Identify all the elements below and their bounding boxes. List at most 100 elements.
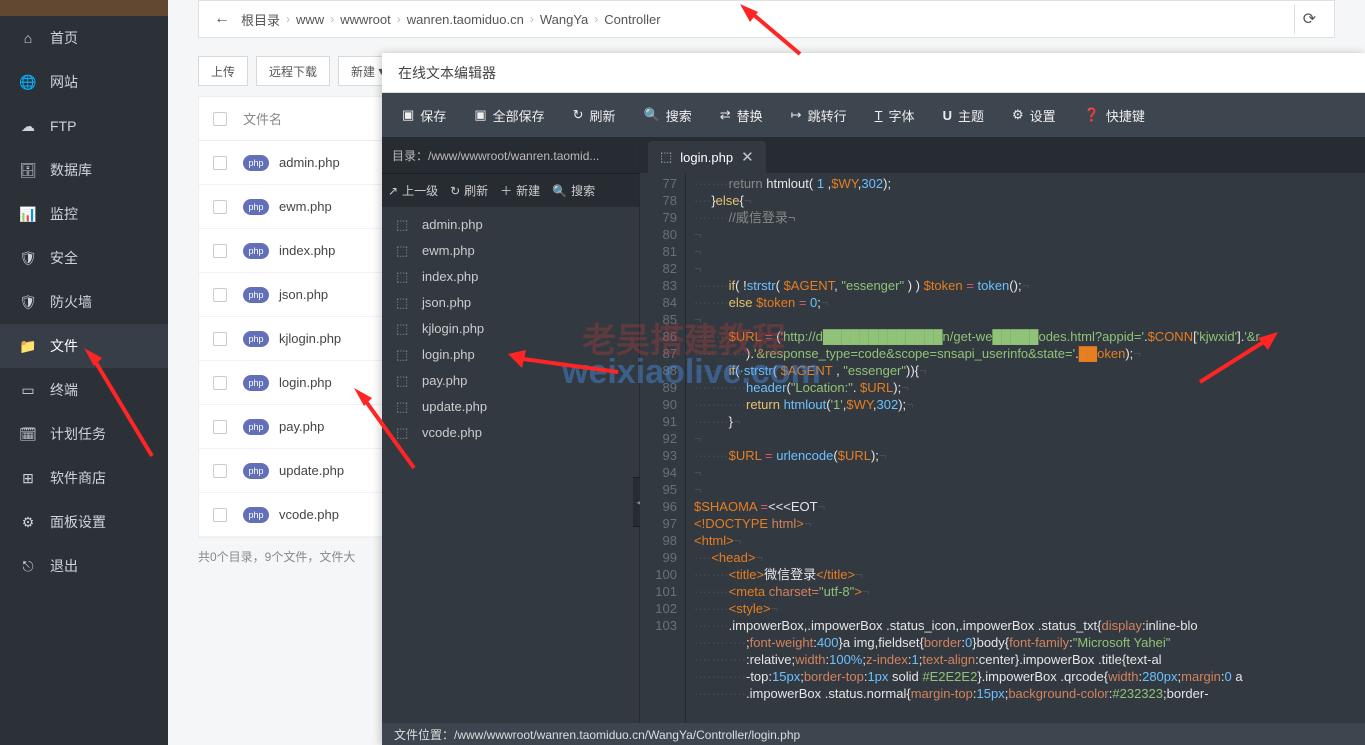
tree-file-item[interactable]: ⬚vcode.php bbox=[382, 419, 639, 445]
row-checkbox[interactable] bbox=[213, 200, 227, 214]
row-checkbox[interactable] bbox=[213, 332, 227, 346]
sidebar: ⌂首页🌐网站☁FTP🗄数据库📊监控🛡安全🛡防火墙 📁 文件 ▭ 终端 🗓计划任务 ⊞ 软件商店… bbox=[0, 0, 168, 745]
gear-icon: ⚙ bbox=[1012, 107, 1024, 123]
sidebar-item-terminal[interactable]: ▭ 终端 bbox=[0, 368, 168, 412]
php-file-icon: ⬚ bbox=[396, 373, 414, 387]
row-checkbox[interactable] bbox=[213, 508, 227, 522]
cron-icon: 🗓 bbox=[18, 424, 38, 444]
close-icon[interactable]: ✕ bbox=[741, 148, 754, 166]
breadcrumb-segment[interactable]: Controller bbox=[598, 12, 666, 27]
php-file-icon: php bbox=[243, 331, 269, 347]
php-file-icon: php bbox=[243, 463, 269, 479]
tree-search-button[interactable]: 🔍 搜索 bbox=[552, 182, 595, 199]
sidebar-item-label: 防火墙 bbox=[50, 292, 92, 312]
editor-font-button[interactable]: T字体 bbox=[861, 93, 929, 137]
file-name: index.php bbox=[279, 243, 335, 258]
row-checkbox[interactable] bbox=[213, 156, 227, 170]
editor-save-button[interactable]: ▣保存 bbox=[388, 93, 460, 137]
tree-list: ⬚admin.php⬚ewm.php⬚index.php⬚json.php⬚kj… bbox=[382, 207, 639, 723]
editor-tabs: ⬚ login.php ✕ bbox=[640, 137, 1365, 173]
php-file-icon: php bbox=[243, 507, 269, 523]
breadcrumb-segment[interactable]: wwwroot bbox=[334, 12, 397, 27]
editor-settings-button[interactable]: ⚙设置 bbox=[998, 93, 1070, 137]
code-content[interactable]: ········return htmlout( 1 ,$WY,302);····… bbox=[686, 173, 1365, 723]
tree-file-item[interactable]: ⬚pay.php bbox=[382, 367, 639, 393]
folder-icon: 📁 bbox=[18, 336, 38, 356]
sidebar-item-exit[interactable]: ⎋退出 bbox=[0, 544, 168, 588]
row-checkbox[interactable] bbox=[213, 288, 227, 302]
upload-button[interactable]: 上传 bbox=[198, 56, 248, 86]
save-all-icon: ▣ bbox=[474, 107, 486, 123]
row-checkbox[interactable] bbox=[213, 244, 227, 258]
sidebar-item-db[interactable]: 🗄数据库 bbox=[0, 148, 168, 192]
tree-toolbar: ↗ 上一级 ↻ 刷新 ＋ 新建 🔍 搜索 bbox=[382, 173, 639, 207]
sidebar-item-shield[interactable]: 🛡安全 bbox=[0, 236, 168, 280]
editor-shortcuts-button[interactable]: ❓快捷键 bbox=[1070, 93, 1159, 137]
sidebar-item-label: 文件 bbox=[50, 336, 78, 356]
php-file-icon: php bbox=[243, 375, 269, 391]
php-file-icon: ⬚ bbox=[396, 321, 414, 335]
code-area[interactable]: 7778798081828384858687888990919293949596… bbox=[640, 173, 1365, 723]
sidebar-item-label: 网站 bbox=[50, 72, 78, 92]
breadcrumb-back-button[interactable]: ← bbox=[209, 6, 235, 32]
breadcrumb-segment[interactable]: www bbox=[290, 12, 330, 27]
sidebar-item-label: 软件商店 bbox=[50, 468, 106, 488]
file-name: json.php bbox=[279, 287, 328, 302]
sidebar-item-ftp[interactable]: ☁FTP bbox=[0, 104, 168, 148]
editor-refresh-button[interactable]: ↻刷新 bbox=[559, 93, 630, 137]
file-name: ewm.php bbox=[279, 199, 332, 214]
php-file-icon: ⬚ bbox=[396, 425, 414, 439]
tree-file-item[interactable]: ⬚login.php bbox=[382, 341, 639, 367]
sidebar-item-globe[interactable]: 🌐网站 bbox=[0, 60, 168, 104]
sidebar-item-store[interactable]: ⊞ 软件商店 bbox=[0, 456, 168, 500]
editor-file-tree: 目录：/www/wwwroot/wanren.taomid... ↗ 上一级 ↻… bbox=[382, 137, 640, 723]
theme-icon: U bbox=[943, 108, 952, 123]
breadcrumb-refresh-button[interactable]: ⟳ bbox=[1294, 4, 1324, 34]
sidebar-item-monitor[interactable]: 📊监控 bbox=[0, 192, 168, 236]
php-file-icon: ⬚ bbox=[396, 217, 414, 231]
breadcrumb-segment[interactable]: WangYa bbox=[534, 12, 594, 27]
row-checkbox[interactable] bbox=[213, 420, 227, 434]
store-icon: ⊞ bbox=[18, 468, 38, 488]
breadcrumb-segment[interactable]: wanren.taomiduo.cn bbox=[401, 12, 530, 27]
php-file-icon: ⬚ bbox=[396, 295, 414, 309]
file-name: pay.php bbox=[279, 419, 324, 434]
remote-download-button[interactable]: 远程下载 bbox=[256, 56, 330, 86]
editor-search-button[interactable]: 🔍搜索 bbox=[630, 93, 706, 137]
sidebar-item-firewall[interactable]: 🛡防火墙 bbox=[0, 280, 168, 324]
row-checkbox[interactable] bbox=[213, 376, 227, 390]
select-all-checkbox[interactable] bbox=[213, 112, 227, 126]
tree-new-button[interactable]: ＋ 新建 bbox=[500, 182, 540, 199]
php-file-icon: ⬚ bbox=[396, 243, 414, 257]
sidebar-item-folder[interactable]: 📁 文件 bbox=[0, 324, 168, 368]
tree-path: 目录：/www/wwwroot/wanren.taomid... bbox=[382, 137, 639, 173]
php-file-icon: ⬚ bbox=[396, 399, 414, 413]
editor-theme-button[interactable]: U主题 bbox=[929, 93, 998, 137]
sidebar-item-label: 终端 bbox=[50, 380, 78, 400]
monitor-icon: 📊 bbox=[18, 204, 38, 224]
sidebar-item-label: 首页 bbox=[50, 28, 78, 48]
tree-file-item[interactable]: ⬚update.php bbox=[382, 393, 639, 419]
terminal-icon: ▭ bbox=[18, 380, 38, 400]
sidebar-item-gear[interactable]: ⚙面板设置 bbox=[0, 500, 168, 544]
editor-replace-button[interactable]: ⇄替换 bbox=[706, 93, 777, 137]
tree-file-item[interactable]: ⬚index.php bbox=[382, 263, 639, 289]
help-icon: ❓ bbox=[1084, 107, 1100, 123]
row-checkbox[interactable] bbox=[213, 464, 227, 478]
tree-file-item[interactable]: ⬚ewm.php bbox=[382, 237, 639, 263]
save-icon: ▣ bbox=[402, 107, 414, 123]
sidebar-item-home[interactable]: ⌂首页 bbox=[0, 16, 168, 60]
editor-tab-login[interactable]: ⬚ login.php ✕ bbox=[648, 141, 766, 173]
tree-file-item[interactable]: ⬚kjlogin.php bbox=[382, 315, 639, 341]
tree-refresh-button[interactable]: ↻ 刷新 bbox=[450, 182, 488, 199]
tree-up-button[interactable]: ↗ 上一级 bbox=[388, 182, 438, 199]
file-name: update.php bbox=[279, 463, 344, 478]
tree-file-item[interactable]: ⬚json.php bbox=[382, 289, 639, 315]
sidebar-item-cron[interactable]: 🗓计划任务 bbox=[0, 412, 168, 456]
breadcrumb: ← 根目录›www›wwwroot›wanren.taomiduo.cn›Wan… bbox=[198, 0, 1335, 38]
breadcrumb-segment[interactable]: 根目录 bbox=[235, 10, 286, 29]
file-name: kjlogin.php bbox=[279, 331, 341, 346]
tree-file-item[interactable]: ⬚admin.php bbox=[382, 211, 639, 237]
editor-goto-button[interactable]: ↦跳转行 bbox=[777, 93, 861, 137]
editor-save-all-button[interactable]: ▣全部保存 bbox=[460, 93, 558, 137]
